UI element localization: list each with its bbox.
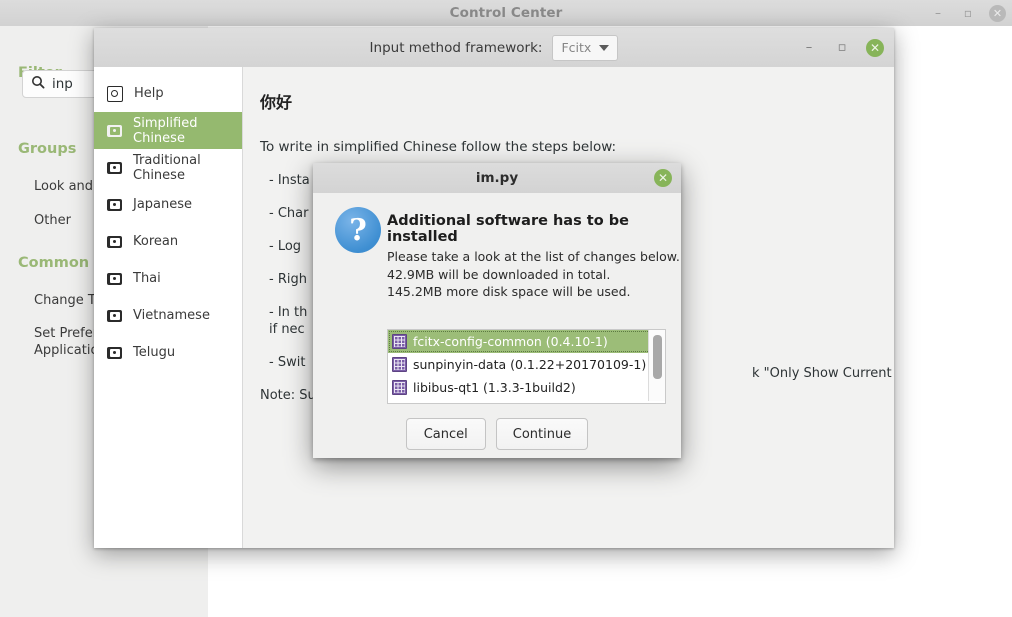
list-item-japanese[interactable]: Japanese [94,186,242,223]
package-name: fcitx-config-common (0.4.10-1) [413,334,608,349]
list-item-simplified-chinese[interactable]: Simplified Chinese [94,112,242,149]
package-name: libibus-qt1 (1.3.3-1build2) [413,380,576,395]
list-item-label: Telugu [133,345,176,360]
common-tasks-heading: Common T [18,255,105,271]
input-method-icon [107,272,122,285]
input-method-icon [107,235,122,248]
input-method-framework-selector: Input method framework: Fcitx [94,28,894,67]
cancel-button[interactable]: Cancel [405,418,486,450]
sidebar-item-change-theme[interactable]: Change Th [0,293,104,308]
list-item-label: Help [134,86,164,101]
minimize-icon[interactable]: – [929,4,947,22]
dialog-description-line-3: 145.2MB more disk space will be used. [387,284,631,299]
input-method-titlebar: Input method framework: Fcitx – ▫ ✕ [94,28,894,68]
package-icon [392,380,407,395]
question-icon: ? [335,207,381,253]
instructions-intro: To write in simplified Chinese follow th… [260,139,617,155]
input-method-framework-label: Input method framework: [369,39,543,56]
framework-dropdown-value: Fcitx [561,40,592,55]
package-name: sunpinyin-data (0.1.22+20170109-1) [413,357,647,372]
dialog-title: im.py [475,170,519,186]
list-item-label: Korean [133,234,179,249]
scrollbar-thumb[interactable] [653,335,662,379]
dialog-heading: Additional software has to be installed [387,213,629,245]
dialog-body: ? Additional software has to be installe… [313,193,681,458]
list-item-thai[interactable]: Thai [94,260,242,297]
dialog-description-line-2: 42.9MB will be downloaded in total. [387,266,611,282]
list-item[interactable]: libibus-qt1 (1.3.3-1build2) [388,376,665,399]
package-list-scrollbar[interactable] [648,330,665,401]
maximize-icon[interactable]: ▫ [959,4,977,22]
input-method-icon [107,124,122,137]
minimize-icon[interactable]: – [800,39,818,57]
sidebar-item-look-and-feel[interactable]: Look and F [0,179,105,194]
input-method-icon [107,346,122,359]
step-right-fragment: k "Only Show Current Language" [752,366,894,381]
package-icon [392,357,407,372]
additional-software-dialog: im.py ✕ ? Additional software has to be … [313,163,681,458]
control-center-title: Control Center [449,5,563,21]
chevron-down-icon [599,44,610,51]
dialog-description: Please take a look at the list of change… [387,248,680,301]
dialog-close-button[interactable]: ✕ [654,169,672,187]
list-item-label: Japanese [133,197,193,212]
continue-button[interactable]: Continue [495,418,589,450]
input-method-window-controls: – ▫ ✕ [800,28,884,67]
input-method-icon [107,309,122,322]
list-item-label: Simplified Chinese [133,115,198,146]
language-list: Help Simplified Chinese Traditional Chin… [94,67,243,548]
input-method-icon [107,161,122,174]
input-method-icon [107,198,122,211]
list-item-label: Traditional Chinese [133,152,201,183]
list-item-help[interactable]: Help [94,75,242,112]
list-item-telugu[interactable]: Telugu [94,334,242,371]
help-icon [107,85,123,102]
maximize-icon[interactable]: ▫ [833,39,851,57]
list-item[interactable]: sunpinyin-data (0.1.22+20170109-1) [388,353,665,376]
dialog-description-line-1: Please take a look at the list of change… [387,249,680,264]
list-item[interactable]: fcitx-config-common (0.4.10-1) [388,330,665,353]
close-icon: ✕ [654,169,672,187]
list-item-korean[interactable]: Korean [94,223,242,260]
control-center-window-controls: – ▫ ✕ [929,0,1006,26]
greeting-heading: 你好 [260,93,293,112]
groups-heading: Groups [18,141,77,157]
framework-dropdown[interactable]: Fcitx [552,34,619,61]
close-icon[interactable]: ✕ [866,38,884,57]
dialog-buttons: Cancel Continue [313,418,681,450]
search-input-value: inp [52,76,73,92]
control-center-titlebar: Control Center – ▫ ✕ [0,0,1012,27]
list-item-vietnamese[interactable]: Vietnamese [94,297,242,334]
dialog-titlebar: im.py ✕ [313,163,681,194]
package-list[interactable]: fcitx-config-common (0.4.10-1) sunpinyin… [387,329,666,404]
close-icon[interactable]: ✕ [989,4,1006,22]
sidebar-item-set-preferred[interactable]: Set Prefer [0,326,98,341]
list-item-traditional-chinese[interactable]: Traditional Chinese [94,149,242,186]
sidebar-item-set-preferred-line2[interactable]: Applicatio [0,343,98,358]
search-icon [31,75,45,93]
sidebar-item-other[interactable]: Other [0,213,71,228]
package-icon [392,334,407,349]
list-item-label: Vietnamese [133,308,210,323]
list-item-label: Thai [133,271,161,286]
